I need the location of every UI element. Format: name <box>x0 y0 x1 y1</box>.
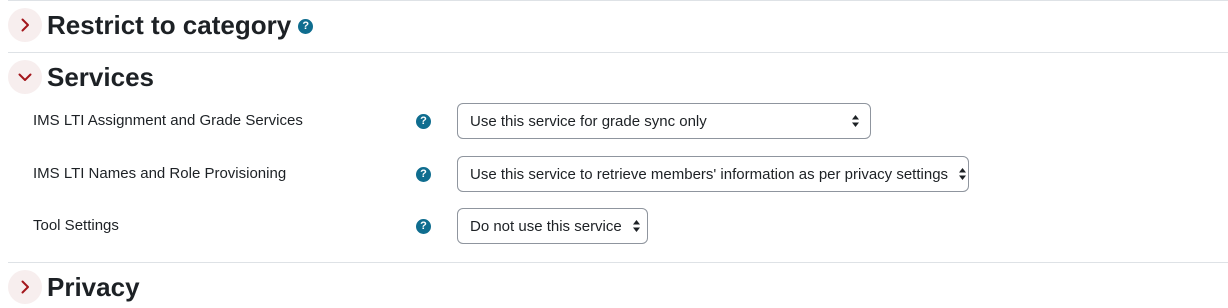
section-title-restrict[interactable]: Restrict to category <box>47 7 291 43</box>
field-row-tool-settings: Tool Settings ? Do not use this service <box>0 208 1228 244</box>
expand-toggle-restrict[interactable] <box>8 8 42 42</box>
sort-arrows-icon <box>852 115 859 127</box>
select-assignment-grade-services[interactable]: Use this service for grade sync only <box>457 103 871 139</box>
select-value: Do not use this service <box>470 217 622 235</box>
sort-arrows-icon <box>959 168 967 180</box>
section-restrict-to-category: Restrict to category ? <box>0 0 1228 52</box>
section-services: Services IMS LTI Assignment and Grade Se… <box>0 52 1228 262</box>
sort-arrows-icon <box>632 220 640 232</box>
select-names-role-provisioning[interactable]: Use this service to retrieve members' in… <box>457 156 969 192</box>
question-icon[interactable]: ? <box>416 219 431 234</box>
section-title-services[interactable]: Services <box>47 59 154 95</box>
field-label: IMS LTI Names and Role Provisioning <box>33 165 287 182</box>
page: Restrict to category ? Services IMS LTI … <box>0 0 1228 308</box>
field-row-names-role-provisioning: IMS LTI Names and Role Provisioning ? Us… <box>0 156 1228 192</box>
question-icon[interactable]: ? <box>298 18 314 34</box>
chevron-right-icon <box>21 18 29 32</box>
section-title-privacy[interactable]: Privacy <box>47 269 140 305</box>
select-value: Use this service for grade sync only <box>470 112 707 130</box>
question-icon[interactable]: ? <box>416 114 431 129</box>
select-tool-settings[interactable]: Do not use this service <box>457 208 648 244</box>
expand-toggle-services[interactable] <box>8 60 42 94</box>
field-label: IMS LTI Assignment and Grade Services <box>33 112 303 129</box>
section-header-services[interactable]: Services <box>8 59 154 95</box>
field-row-assignment-grade-services: IMS LTI Assignment and Grade Services ? … <box>0 103 1228 139</box>
chevron-down-icon <box>18 73 32 81</box>
section-header-restrict[interactable]: Restrict to category ? <box>8 7 314 43</box>
section-header-privacy[interactable]: Privacy <box>8 269 140 305</box>
field-label: Tool Settings <box>33 217 119 234</box>
expand-toggle-privacy[interactable] <box>8 270 42 304</box>
section-privacy: Privacy <box>0 262 1228 308</box>
select-value: Use this service to retrieve members' in… <box>470 165 949 183</box>
chevron-right-icon <box>21 280 29 294</box>
question-icon[interactable]: ? <box>416 167 431 182</box>
